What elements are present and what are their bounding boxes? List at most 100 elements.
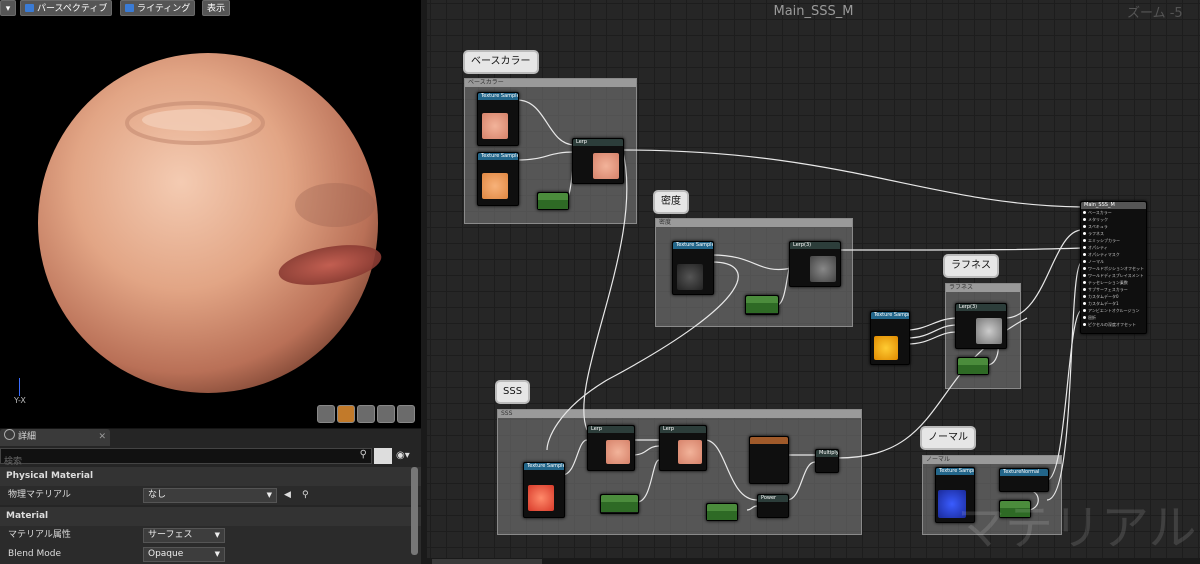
- use-selected-arrow-icon[interactable]: ◀: [284, 486, 291, 505]
- chevron-down-icon: ▼: [266, 491, 272, 499]
- main-node-pin[interactable]: 屈折: [1081, 314, 1146, 321]
- material-preview-viewport[interactable]: ▾ パースペクティブ ライティング 表示 Y-X: [0, 0, 421, 428]
- texture-sample-node[interactable]: Texture Sample: [477, 152, 519, 206]
- details-scrollbar[interactable]: [411, 467, 418, 555]
- texture-sample-node[interactable]: Texture Sample: [477, 92, 519, 146]
- watermark: マテリアル: [957, 500, 1197, 556]
- texture-sample-node[interactable]: Texture Sample: [523, 462, 565, 518]
- scalar-parameter-node[interactable]: [745, 295, 779, 315]
- blend-mode-value: Opaque: [148, 549, 184, 559]
- material-domain-row: マテリアル属性 サーフェス ▼: [0, 526, 421, 545]
- pin-dot-icon: [1083, 316, 1086, 319]
- pin-dot-icon: [1083, 246, 1086, 249]
- node-title: Main_SSS_M: [1081, 202, 1146, 209]
- material-graph-canvas[interactable]: Main_SSS_M ズーム -5 ベースカラー 密度 ラフネス SSS ノーマ…: [427, 0, 1200, 558]
- pin-label: オパシティマスク: [1088, 252, 1120, 257]
- node-title: Texture Sample: [478, 153, 518, 160]
- view-options-icon[interactable]: [374, 448, 392, 464]
- main-node-pin[interactable]: ノーマル: [1081, 258, 1146, 265]
- lerp-node[interactable]: Lerp: [659, 425, 707, 471]
- multiply-node[interactable]: Multiply: [815, 449, 839, 473]
- cylinder-preview-icon[interactable]: [317, 405, 335, 423]
- scalar-parameter-node[interactable]: [537, 192, 569, 210]
- node-title: Texture Sample: [478, 93, 518, 100]
- main-node-pin[interactable]: オパシティ: [1081, 244, 1146, 251]
- pin-label: オパシティ: [1088, 245, 1108, 250]
- node-title: [746, 296, 778, 303]
- search-icon: ⚲: [359, 449, 367, 460]
- texture-object-parameter-node[interactable]: [749, 436, 789, 484]
- lerp-node[interactable]: Lerp: [587, 425, 635, 471]
- search-input[interactable]: 検索 ⚲: [0, 448, 372, 467]
- chevron-down-icon: ▼: [214, 531, 220, 539]
- material-heading: Material: [6, 511, 49, 521]
- axis-label: Y-X: [14, 396, 26, 405]
- material-domain-dropdown[interactable]: サーフェス ▼: [143, 528, 225, 543]
- node-title: [958, 358, 988, 365]
- main-node-pin[interactable]: ラフネス: [1081, 230, 1146, 237]
- details-tab-label: 詳細: [18, 432, 37, 442]
- pin-label: アンビエントオクルージョン: [1088, 308, 1140, 313]
- bottom-tab[interactable]: [432, 559, 542, 564]
- lerp-node[interactable]: Lerp: [572, 138, 624, 184]
- pin-label: エミッシブカラー: [1088, 238, 1120, 243]
- pin-dot-icon: [1083, 267, 1086, 270]
- lerp3-node[interactable]: Lerp(3): [789, 241, 841, 287]
- node-title: Lerp: [588, 426, 634, 433]
- main-node-pin[interactable]: カスタムデータ0: [1081, 293, 1146, 300]
- custom-mesh-preview-icon[interactable]: [397, 405, 415, 423]
- main-node-pin[interactable]: ピクセルの深度オフセット: [1081, 321, 1146, 328]
- blend-mode-dropdown[interactable]: Opaque ▼: [143, 547, 225, 562]
- pin-dot-icon: [1083, 274, 1086, 277]
- material-section[interactable]: Material: [0, 507, 421, 526]
- main-node-pin[interactable]: ワールドディスプレイスメント: [1081, 272, 1146, 279]
- main-node-pin[interactable]: カスタムデータ1: [1081, 300, 1146, 307]
- details-panel: 詳細 ✕ 検索 ⚲ ◉▾ Physical Material 物理マテリアル な…: [0, 429, 421, 564]
- wire: [583, 147, 628, 431]
- pin-dot-icon: [1083, 218, 1086, 221]
- main-node-pin[interactable]: サブサーフェスカラー: [1081, 286, 1146, 293]
- scalar-parameter-node[interactable]: [706, 503, 738, 521]
- power-node[interactable]: Power: [757, 494, 789, 518]
- texture-preview: [593, 153, 619, 179]
- material-domain-label: マテリアル属性: [8, 530, 71, 540]
- eye-icon[interactable]: ◉▾: [396, 448, 420, 464]
- sphere-preview-icon[interactable]: [337, 405, 355, 423]
- details-tab[interactable]: 詳細 ✕: [0, 429, 110, 446]
- main-node-pin[interactable]: テッセレーション乗数: [1081, 279, 1146, 286]
- pin-dot-icon: [1083, 323, 1086, 326]
- physical-material-section[interactable]: Physical Material: [0, 467, 421, 486]
- close-icon[interactable]: ✕: [98, 429, 106, 446]
- node-title: Texture Sample: [936, 468, 974, 475]
- node-title: [538, 193, 568, 200]
- main-node-pin[interactable]: メタリック: [1081, 216, 1146, 223]
- node-title: Lerp(3): [956, 304, 1006, 311]
- wire: [906, 324, 958, 339]
- pin-dot-icon: [1083, 295, 1086, 298]
- texture-sample-node[interactable]: Texture Sample: [870, 311, 910, 365]
- pin-label: サブサーフェスカラー: [1088, 287, 1128, 292]
- plane-preview-icon[interactable]: [357, 405, 375, 423]
- texture-preview: [678, 440, 702, 464]
- texture-preview: [482, 173, 508, 199]
- texture-sample-node[interactable]: Texture Sample: [672, 241, 714, 295]
- main-node-pin[interactable]: オパシティマスク: [1081, 251, 1146, 258]
- main-node-pin[interactable]: エミッシブカラー: [1081, 237, 1146, 244]
- physical-material-dropdown[interactable]: なし ▼: [143, 488, 277, 503]
- pin-label: ベースカラー: [1088, 210, 1112, 215]
- scalar-parameter-node[interactable]: [957, 357, 989, 375]
- main-material-node[interactable]: Main_SSS_M ベースカラー メタリック スペキュラ ラフネス エミッシブカラーオ…: [1080, 201, 1147, 334]
- browse-icon[interactable]: ⚲: [302, 486, 309, 505]
- main-node-pin[interactable]: アンビエントオクルージョン: [1081, 307, 1146, 314]
- search-tab-icon: [4, 429, 15, 440]
- lerp3-node[interactable]: Lerp(3): [955, 303, 1007, 349]
- main-node-pin[interactable]: ベースカラー: [1081, 209, 1146, 216]
- pin-label: ノーマル: [1088, 259, 1104, 264]
- main-node-pin[interactable]: スペキュラ: [1081, 223, 1146, 230]
- chevron-down-icon: ▼: [214, 550, 220, 558]
- physical-material-heading: Physical Material: [6, 471, 94, 481]
- main-node-pin[interactable]: ワールドポジションオフセット: [1081, 265, 1146, 272]
- cube-preview-icon[interactable]: [377, 405, 395, 423]
- vector-parameter-node[interactable]: [600, 494, 639, 514]
- node-title: [750, 437, 788, 444]
